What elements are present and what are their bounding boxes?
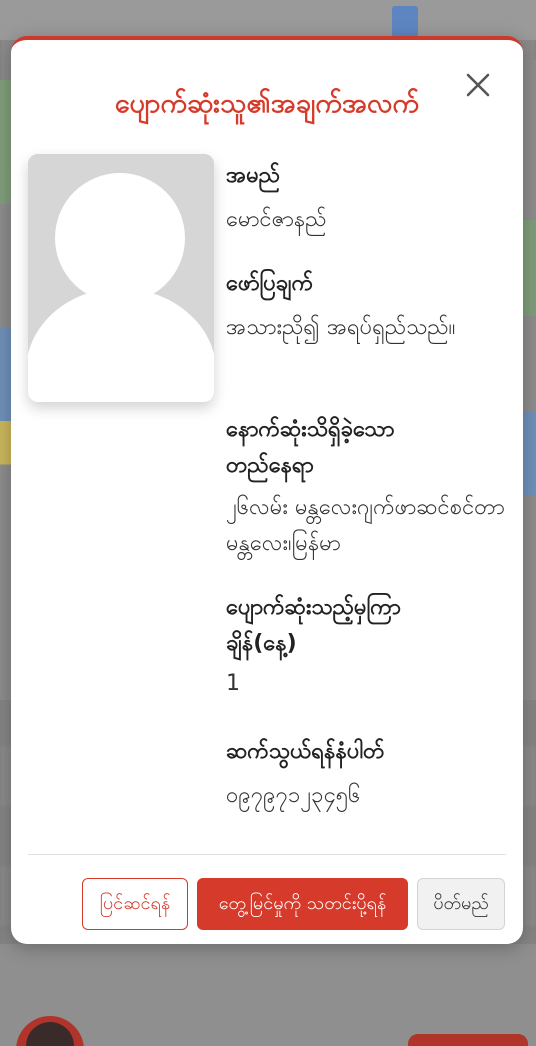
footer-divider	[28, 854, 506, 855]
person-placeholder-icon	[28, 154, 214, 402]
avatar	[28, 154, 214, 402]
missing-person-modal: ပျောက်ဆုံးသူ၏အချက်အလက် အမည် မောင်ဇာနည် ဖ…	[11, 36, 523, 944]
description-value: အသားညို၍ အရပ်ရှည်သည်။	[226, 315, 456, 340]
map-water-patch	[392, 6, 418, 38]
map-top-area	[0, 0, 536, 40]
map-right-edge	[522, 60, 536, 700]
description-label: ဖော်ပြချက်	[226, 271, 314, 296]
close-icon	[466, 73, 490, 97]
last-location-label: နောက်ဆုံးသိရှိခဲ့သောတည်နေရာ	[226, 417, 395, 478]
modal-title: ပျောက်ဆုံးသူ၏အချက်အလက်	[114, 88, 420, 119]
days-missing-label: ပျောက်ဆုံးသည့်မှကြာချိန်(နေ့)	[226, 595, 401, 656]
map-pill-button[interactable]	[408, 1034, 528, 1046]
name-value: မောင်ဇာနည်	[226, 207, 327, 232]
close-button[interactable]	[461, 68, 495, 102]
name-label: အမည်	[226, 163, 281, 188]
last-location-value: ၂၆လမ်း မန္တလေးဂျက်ဖာဆင်စင်တာ မန္တလေး၊မြန…	[226, 495, 505, 556]
report-sighting-button[interactable]: တွေ့မြင်မှုကို သတင်းပို့ရန်	[197, 878, 408, 930]
fab-inner	[26, 1022, 74, 1046]
days-missing-value: 1	[226, 671, 240, 696]
contact-number-value: ၀၉၇၉၇၁၂၃၄၅၆	[226, 783, 361, 808]
edit-button[interactable]: ပြင်ဆင်ရန်	[82, 878, 188, 930]
close-modal-button[interactable]: ပိတ်မည်	[417, 878, 505, 930]
map-bottom-area	[0, 944, 536, 1046]
contact-number-label: ဆက်သွယ်ရန်နံပါတ်	[226, 739, 385, 764]
